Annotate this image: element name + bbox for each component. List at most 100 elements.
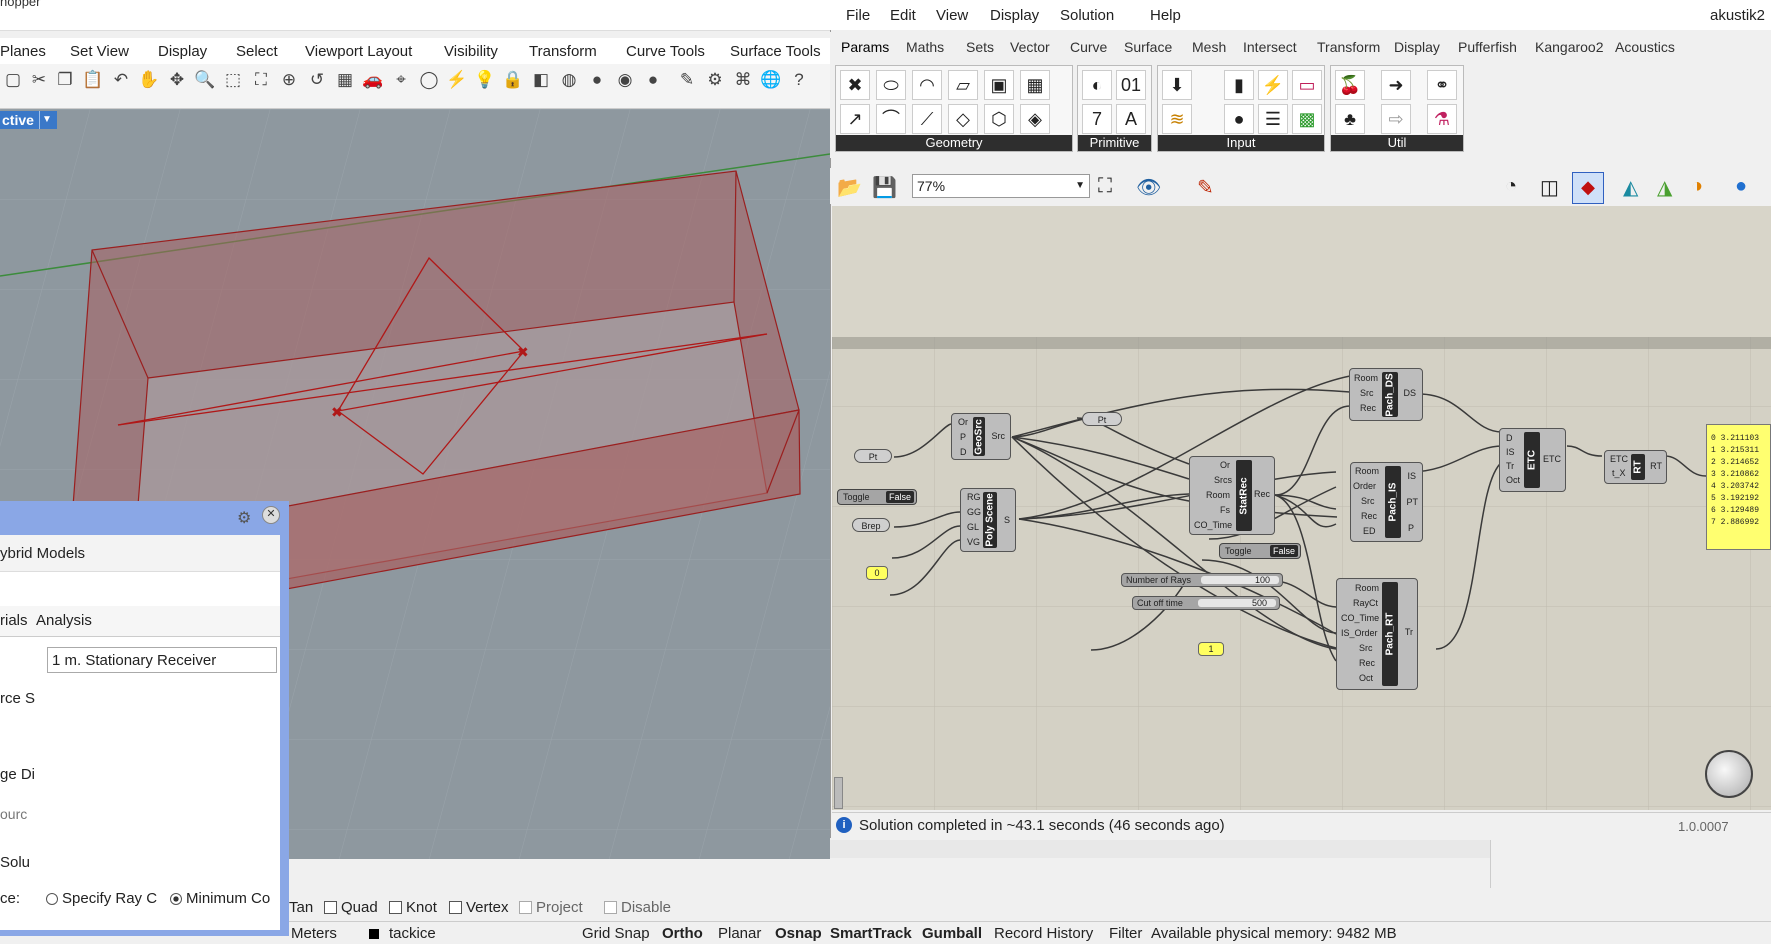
- tab-visibility[interactable]: Visibility: [444, 43, 498, 60]
- planar-toggle[interactable]: Planar: [718, 925, 761, 942]
- tab-select[interactable]: Select: [236, 43, 278, 60]
- zoom-extents-icon[interactable]: ⛶: [250, 69, 272, 91]
- tab-materials[interactable]: rials: [0, 612, 28, 629]
- copy-icon[interactable]: ❐: [54, 69, 76, 91]
- layer-label[interactable]: tackice: [389, 925, 436, 942]
- input-graph-icon[interactable]: ⚡: [1258, 70, 1288, 100]
- menu-help[interactable]: Help: [1150, 7, 1181, 24]
- param-surface-icon[interactable]: ▱: [948, 70, 978, 100]
- input-slider-icon[interactable]: ▭: [1292, 70, 1322, 100]
- blue-sphere-icon[interactable]: ●: [642, 69, 664, 91]
- units-label[interactable]: Meters: [291, 925, 337, 942]
- param-brep-icon[interactable]: ⬡: [984, 104, 1014, 134]
- geosrc-component[interactable]: Or P D GeoSrc Src: [951, 413, 1011, 460]
- osnap-project[interactable]: Project: [519, 899, 583, 916]
- input-list-icon[interactable]: ☰: [1258, 104, 1288, 134]
- param-arc-icon[interactable]: ◠: [912, 70, 942, 100]
- param-curve-icon[interactable]: ⌒: [876, 104, 906, 134]
- param-mesh-icon[interactable]: ▦: [1020, 70, 1050, 100]
- statrec-component[interactable]: Or Srcs Room Fs CO_Time StatRec Rec: [1189, 456, 1275, 535]
- tab-surface-tools[interactable]: Surface Tools: [730, 43, 821, 60]
- record-history-toggle[interactable]: Record History: [994, 925, 1093, 942]
- param-number-icon[interactable]: 7: [1082, 104, 1112, 134]
- grasshopper-icon[interactable]: ⌘: [732, 69, 754, 91]
- param-integer-icon[interactable]: 01: [1116, 70, 1146, 100]
- dimension-icon[interactable]: ✎: [676, 69, 698, 91]
- zoom-selected-icon[interactable]: ⊕: [278, 69, 300, 91]
- zoom-select[interactable]: 77% ▼: [912, 174, 1090, 198]
- canvas-scroll-handle[interactable]: [834, 777, 843, 809]
- tab-transform[interactable]: Transform: [529, 43, 597, 60]
- specify-ray-count-radio[interactable]: Specify Ray C: [46, 890, 157, 907]
- filter-toggle[interactable]: Filter: [1109, 925, 1142, 942]
- menu-edit[interactable]: Edit: [890, 7, 916, 24]
- pt-param-1[interactable]: Pt: [854, 449, 892, 463]
- polyscene-component[interactable]: RG GG GL VG Poly Scene S: [960, 488, 1016, 552]
- param-vector-icon[interactable]: ↗: [840, 104, 870, 134]
- tab-intersect[interactable]: Intersect: [1243, 39, 1297, 55]
- car-icon[interactable]: 🚗: [362, 69, 384, 91]
- osnap-quad[interactable]: Quad: [324, 899, 378, 916]
- slider-cut-off-time[interactable]: Cut off time 500: [1132, 596, 1280, 610]
- util-tree-icon[interactable]: ♣: [1335, 104, 1365, 134]
- toggle-geometry[interactable]: Toggle False: [837, 489, 917, 505]
- param-text-icon[interactable]: A: [1116, 104, 1146, 134]
- snap-icon[interactable]: ⚡: [446, 69, 468, 91]
- circle-icon[interactable]: ◯: [418, 69, 440, 91]
- osnap-vertex[interactable]: Vertex: [449, 899, 509, 916]
- gear-options-icon[interactable]: ⚙: [704, 69, 726, 91]
- tab-display[interactable]: Display: [1394, 39, 1440, 55]
- help-icon[interactable]: ?: [788, 69, 810, 91]
- preview-eye-icon[interactable]: 👁: [1136, 175, 1161, 200]
- cut-icon[interactable]: ✂: [28, 69, 50, 91]
- tab-surface[interactable]: Surface: [1124, 39, 1172, 55]
- tab-viewport-layout[interactable]: Viewport Layout: [305, 43, 412, 60]
- util-cherry-icon[interactable]: 🍒: [1335, 70, 1365, 100]
- grid-snap-toggle[interactable]: Grid Snap: [582, 925, 650, 942]
- preview-selected-icon[interactable]: ◆: [1572, 172, 1604, 204]
- brep-param[interactable]: Brep: [852, 518, 890, 532]
- param-box-icon[interactable]: ▣: [984, 70, 1014, 100]
- tab-set-view[interactable]: Set View: [70, 43, 129, 60]
- ortho-toggle[interactable]: Ortho: [662, 925, 703, 942]
- globe-icon[interactable]: 🌐: [760, 69, 782, 91]
- rotate-view-icon[interactable]: ✥: [166, 69, 188, 91]
- minimum-convergence-radio[interactable]: Minimum Co: [170, 890, 282, 907]
- input-toggle-icon[interactable]: ▮: [1224, 70, 1254, 100]
- tab-curve[interactable]: Curve: [1070, 39, 1107, 55]
- menu-file[interactable]: File: [846, 7, 870, 24]
- smarttrack-toggle[interactable]: SmartTrack: [830, 925, 912, 942]
- param-circle-icon[interactable]: ⬭: [876, 70, 906, 100]
- receiver-select[interactable]: 1 m. Stationary Receiver: [47, 647, 277, 673]
- zoom-icon[interactable]: 🔍: [194, 69, 216, 91]
- preview-wire-icon[interactable]: ◔: [1505, 175, 1517, 198]
- close-icon[interactable]: ✕: [262, 506, 280, 524]
- input-audio-icon[interactable]: ≋: [1162, 104, 1192, 134]
- pach-rt-component[interactable]: Room RayCt CO_Time IS_Order Src Rec Oct …: [1336, 578, 1418, 690]
- gear-icon[interactable]: ⚙: [237, 508, 251, 528]
- tab-params[interactable]: Params: [841, 39, 889, 55]
- rt-component[interactable]: ETC t_X RT RT: [1604, 450, 1667, 484]
- menu-display[interactable]: Display: [990, 7, 1039, 24]
- osnap-toggle[interactable]: Osnap: [775, 925, 822, 942]
- tab-kangaroo2[interactable]: Kangaroo2: [1535, 39, 1604, 55]
- tab-analysis[interactable]: Analysis: [36, 612, 92, 629]
- tab-display[interactable]: Display: [158, 43, 207, 60]
- paste-icon[interactable]: 📋: [82, 69, 104, 91]
- undo-icon[interactable]: ↶: [110, 69, 132, 91]
- sketch-icon[interactable]: ✎: [1197, 175, 1214, 200]
- pan-icon[interactable]: ✋: [138, 69, 160, 91]
- display-sphere-icon[interactable]: ●: [1735, 175, 1747, 198]
- pach-ds-component[interactable]: Room Src Rec Pach_DS DS: [1349, 368, 1423, 421]
- shaded-sphere-icon[interactable]: ◉: [614, 69, 636, 91]
- param-boolean-icon[interactable]: ◐: [1082, 70, 1112, 100]
- undo-view-icon[interactable]: ↺: [306, 69, 328, 91]
- menu-view[interactable]: View: [936, 7, 968, 24]
- slider-number-of-rays[interactable]: Number of Rays 100: [1121, 573, 1283, 587]
- lock-icon[interactable]: 🔒: [502, 69, 524, 91]
- tab-pufferfish[interactable]: Pufferfish: [1458, 39, 1517, 55]
- tab-vector[interactable]: Vector: [1010, 39, 1050, 55]
- param-plane-icon[interactable]: ◇: [948, 104, 978, 134]
- viewport-grid-icon[interactable]: ▦: [334, 69, 356, 91]
- param-field-icon[interactable]: ◈: [1020, 104, 1050, 134]
